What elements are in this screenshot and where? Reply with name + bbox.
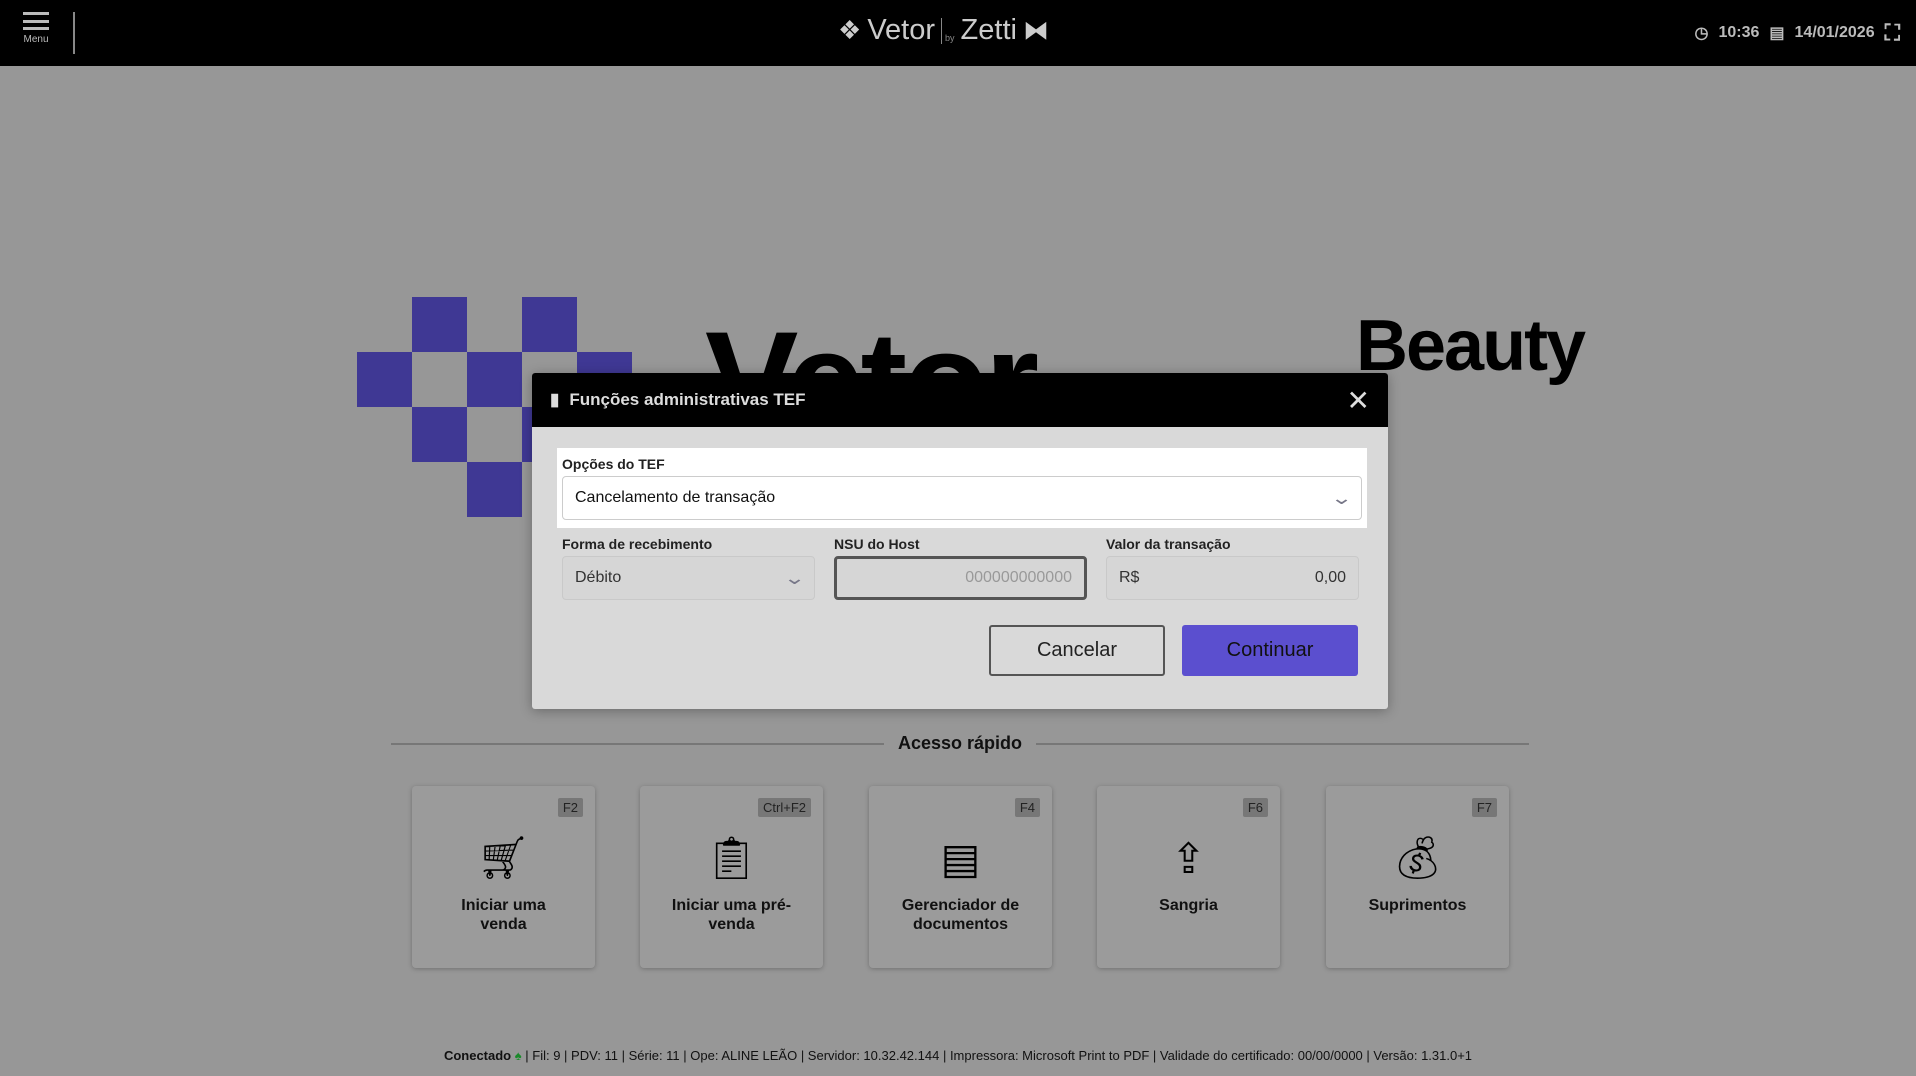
clipboard-icon: 📋︎	[704, 834, 759, 881]
quick-card-documents[interactable]: F4 ▤ Gerenciador de documentos	[869, 786, 1052, 968]
brand-right: Zetti	[960, 14, 1017, 46]
connected-tree-icon: ♠	[514, 1048, 522, 1063]
brand-logo: ❖ Vetor by Zetti ⧓	[838, 14, 1049, 47]
fullscreen-icon[interactable]: ⛶	[1885, 20, 1900, 46]
quick-card-pre-sale[interactable]: Ctrl+F2 📋︎ Iniciar uma pré-venda	[640, 786, 823, 968]
menu-label: Menu	[23, 34, 49, 45]
payment-value: Débito	[575, 569, 622, 586]
quick-access-header: Acesso rápido	[391, 733, 1530, 754]
shortcut-badge: F7	[1471, 798, 1497, 817]
vetor-logo-icon: ❖	[838, 15, 862, 45]
shortcut-badge: F2	[557, 798, 583, 817]
currency-prefix: R$	[1119, 569, 1140, 586]
tef-options-value: Cancelamento de transação	[575, 489, 776, 506]
amount-label: Valor da transação	[1106, 536, 1231, 552]
tef-options-label: Opções do TEF	[562, 456, 665, 472]
shortcut-badge: F4	[1014, 798, 1040, 817]
payment-label: Forma de recebimento	[562, 536, 713, 552]
chevron-down-icon: ⌄	[1330, 487, 1353, 508]
money-out-icon: ⇪	[1170, 835, 1207, 882]
card-label: Iniciar uma venda	[461, 897, 546, 933]
cart-icon: 🛒︎	[476, 834, 531, 881]
status-footer: Conectado ♠ | Fil: 9 | PDV: 11 | Série: …	[0, 1048, 1916, 1063]
amount-input[interactable]: R$ 0,00	[1106, 556, 1359, 600]
footer-info: | Fil: 9 | PDV: 11 | Série: 11 | Ope: AL…	[525, 1048, 1473, 1063]
dialog-title: Funções administrativas TEF	[569, 390, 806, 409]
money-bag-icon: 💰︎	[1390, 834, 1445, 881]
chevron-down-icon: ⌄	[783, 567, 806, 588]
amount-value: 0,00	[1314, 569, 1346, 586]
connection-status: Conectado	[443, 1048, 512, 1063]
cancel-button[interactable]: Cancelar	[989, 625, 1165, 676]
quick-card-sangria[interactable]: F6 ⇪ Sangria	[1097, 786, 1280, 968]
shortcut-badge: Ctrl+F2	[758, 798, 811, 817]
document-icon: ▤	[940, 835, 981, 882]
nsu-field: NSU do Host 000000000000	[834, 536, 1087, 600]
close-icon[interactable]: ✕	[1347, 384, 1370, 417]
top-bar: Menu ❖ Vetor by Zetti ⧓ ◷ 10:36 ▤ 14/01/…	[0, 0, 1916, 66]
date: 14/01/2026	[1794, 24, 1875, 41]
status-area: ◷ 10:36 ▤ 14/01/2026 ⛶	[1695, 20, 1901, 46]
payment-select[interactable]: Débito ⌄	[562, 556, 815, 600]
quick-card-suprimentos[interactable]: F7 💰︎ Suprimentos	[1326, 786, 1509, 968]
payment-field: Forma de recebimento Débito ⌄	[562, 536, 815, 600]
background-beauty-word: Beauty	[1356, 306, 1586, 386]
tef-admin-dialog: ▮ Funções administrativas TEF ✕ Opções d…	[532, 373, 1388, 709]
nsu-placeholder: 000000000000	[965, 569, 1072, 586]
card-label: Sangria	[1159, 897, 1218, 914]
menu-button[interactable]: Menu	[18, 12, 54, 45]
card-label: Gerenciador de documentos	[901, 897, 1020, 933]
hamburger-icon	[23, 12, 49, 30]
nsu-label: NSU do Host	[834, 536, 920, 552]
quick-access-title: Acesso rápido	[897, 733, 1023, 753]
card-label: Iniciar uma pré-venda	[671, 897, 792, 933]
divider	[1036, 742, 1530, 745]
card-label: Suprimentos	[1368, 897, 1467, 914]
card-terminal-icon: ▮	[550, 390, 560, 409]
shortcut-badge: F6	[1242, 798, 1268, 817]
amount-field: Valor da transação R$ 0,00	[1106, 536, 1359, 600]
brand-left: Vetor	[867, 14, 936, 46]
zetti-logo-icon: ⧓	[1022, 15, 1049, 45]
tef-options-group: Opções do TEF Cancelamento de transação …	[557, 448, 1367, 528]
divider	[391, 742, 884, 745]
dialog-header: ▮ Funções administrativas TEF ✕	[532, 373, 1388, 427]
time: 10:36	[1718, 24, 1760, 41]
quick-card-new-sale[interactable]: F2 🛒︎ Iniciar uma venda	[412, 786, 595, 968]
brand-by: by	[941, 17, 955, 44]
divider	[73, 12, 75, 54]
clock-icon: ◷	[1694, 25, 1709, 42]
calendar-icon: ▤	[1769, 25, 1785, 42]
nsu-input[interactable]: 000000000000	[834, 556, 1087, 600]
tef-options-select[interactable]: Cancelamento de transação ⌄	[562, 476, 1362, 520]
continue-button[interactable]: Continuar	[1182, 625, 1358, 676]
